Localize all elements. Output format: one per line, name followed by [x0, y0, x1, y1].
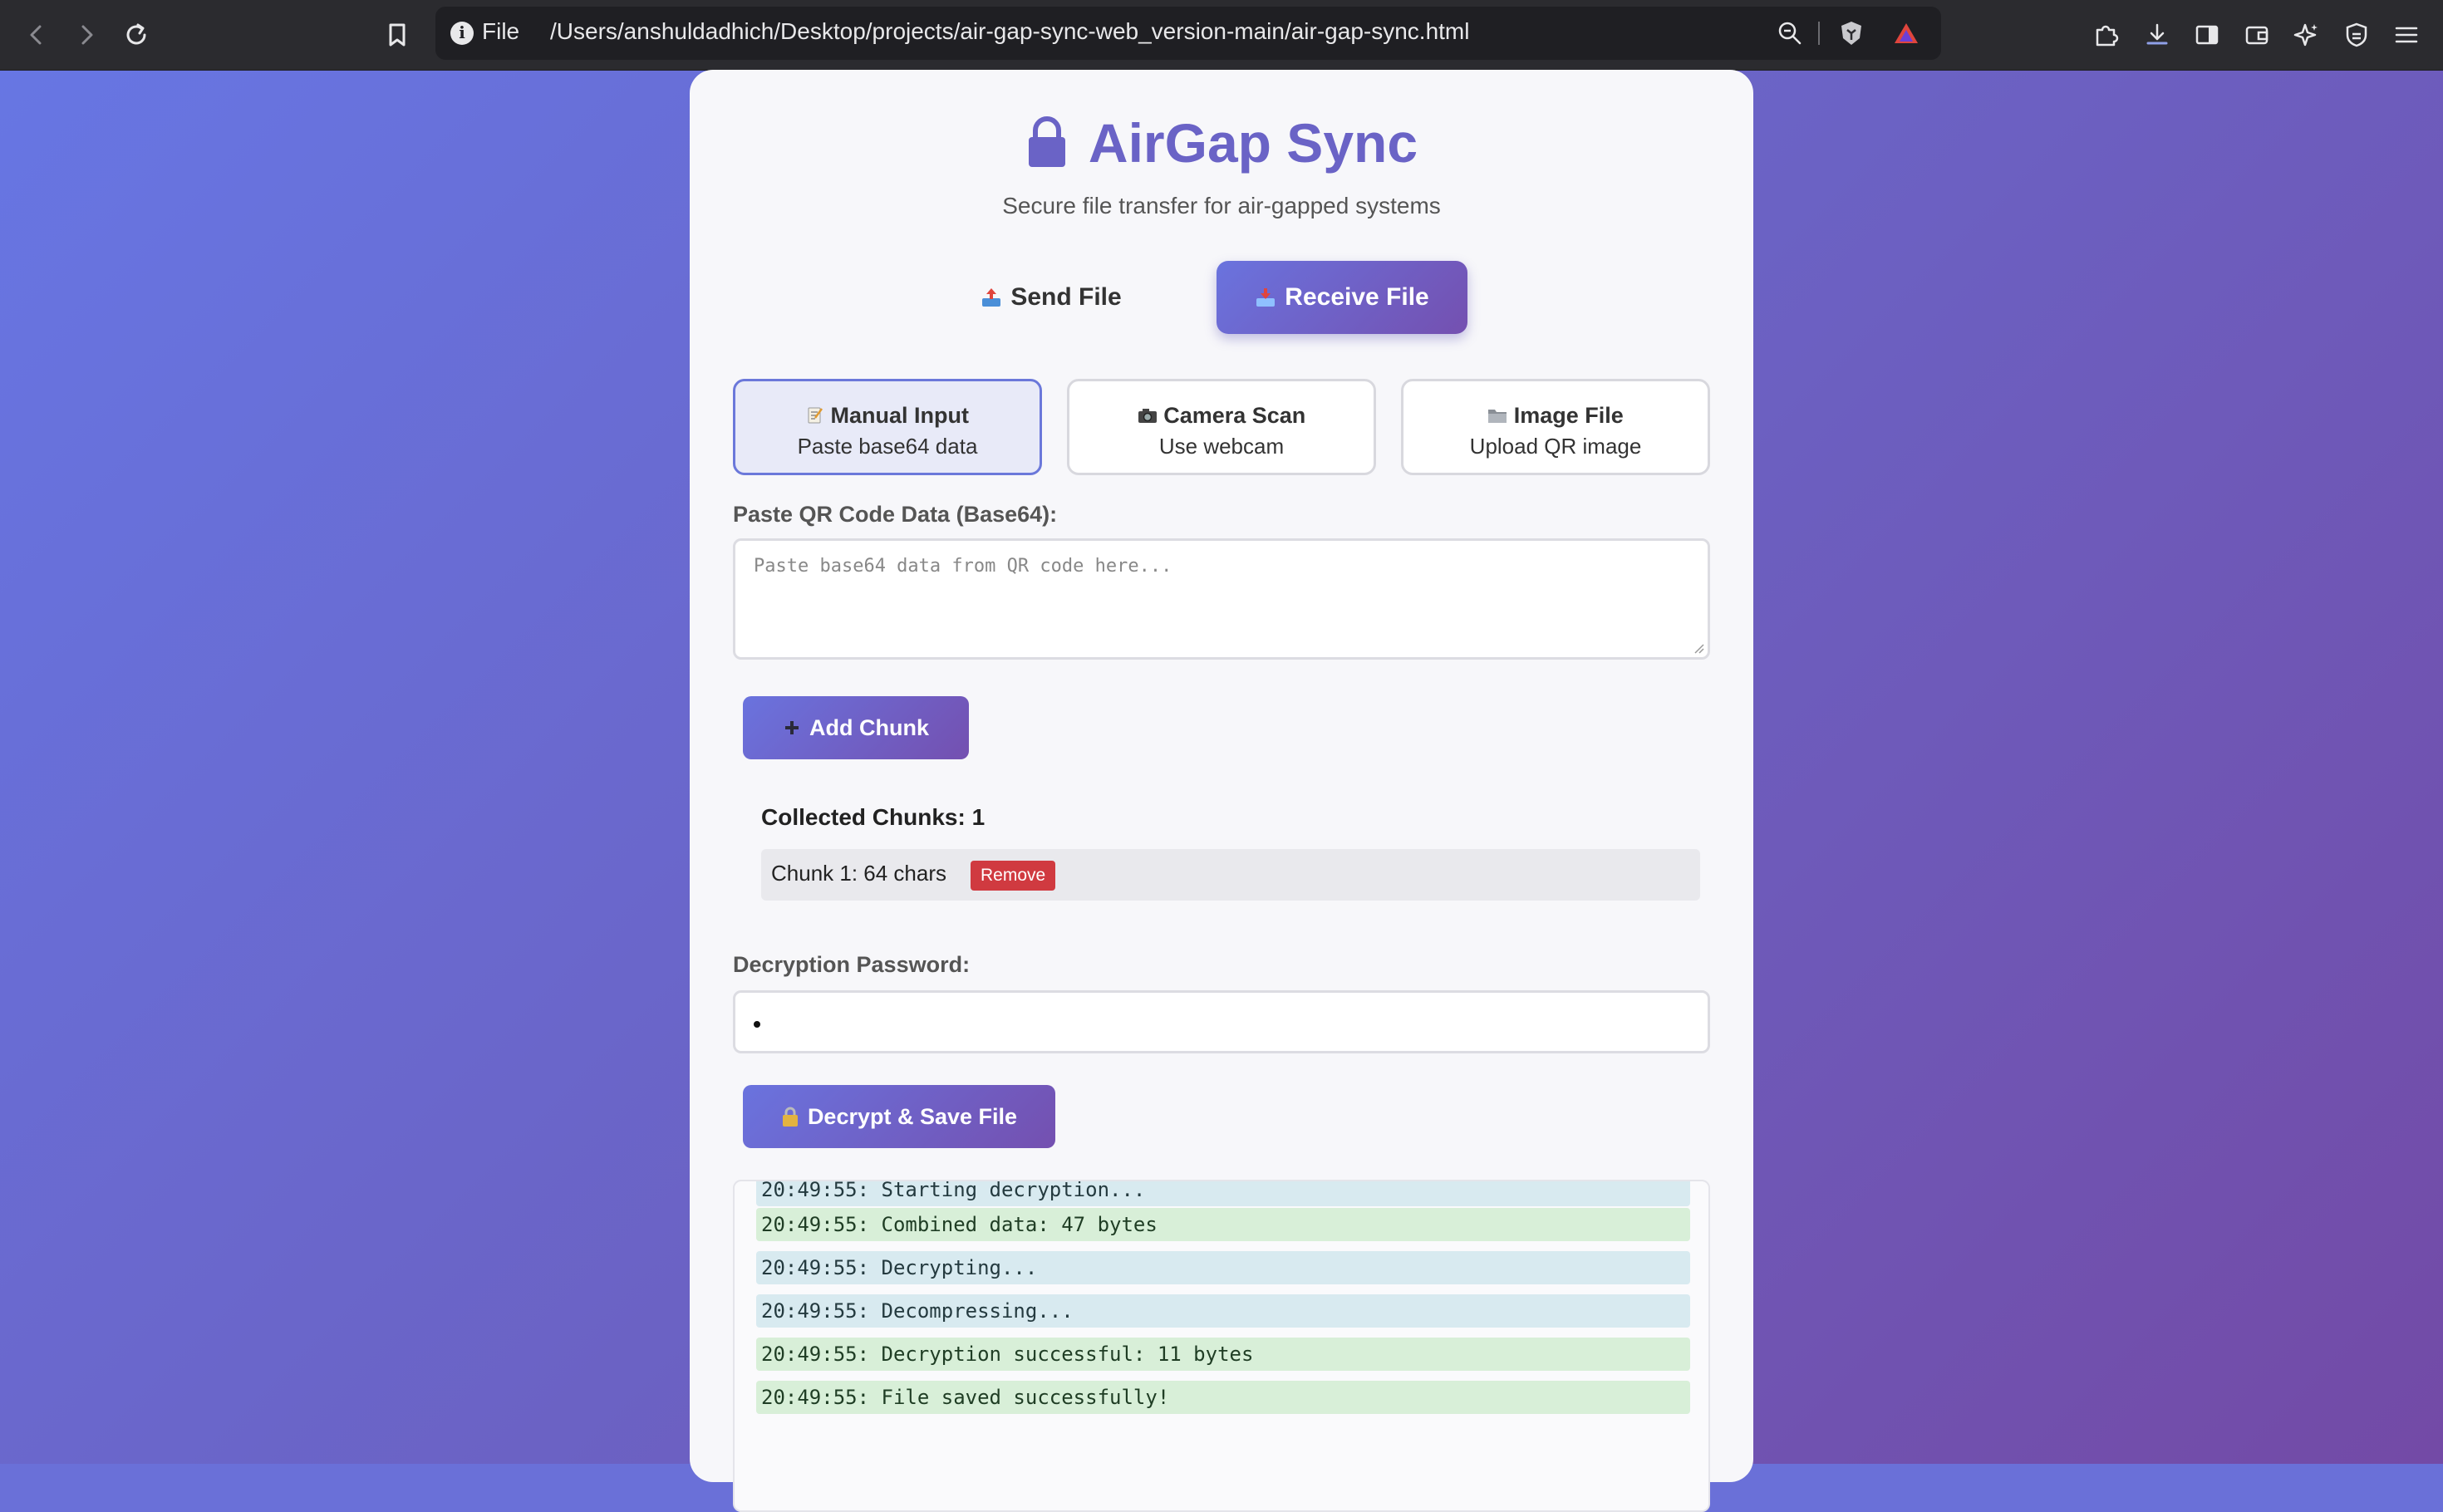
- decrypt-save-label: Decrypt & Save File: [807, 1103, 1018, 1129]
- zoom-icon[interactable]: [1775, 18, 1805, 48]
- method-image-label: Image File: [1513, 403, 1624, 428]
- method-image-subtitle: Upload QR image: [1469, 434, 1642, 459]
- method-camera-scan[interactable]: Camera Scan Use webcam: [1067, 379, 1376, 475]
- chunk-row: Chunk 1: 64 chars Remove: [761, 849, 1700, 901]
- extensions-icon[interactable]: [2089, 18, 2122, 52]
- url-text[interactable]: /Users/anshuldadhich/Desktop/projects/ai…: [550, 18, 1469, 45]
- brave-shields-icon[interactable]: [1836, 18, 1866, 48]
- memo-icon: [808, 407, 823, 424]
- method-manual-title: Manual Input: [735, 403, 1040, 429]
- log-entry: 20:49:55: Combined data: 47 bytes: [756, 1208, 1690, 1241]
- reload-icon[interactable]: [120, 18, 153, 52]
- app-card: AirGap Sync Secure file transfer for air…: [690, 70, 1753, 1512]
- vpn-shield-icon[interactable]: [2340, 18, 2373, 52]
- folder-icon: [1488, 410, 1507, 423]
- resize-handle-icon[interactable]: [1693, 642, 1704, 654]
- camera-icon: [1138, 409, 1157, 423]
- remove-chunk-button[interactable]: Remove: [971, 861, 1056, 891]
- log-entry: 20:49:55: File saved successfully!: [756, 1381, 1690, 1414]
- status-log[interactable]: 20:49:55: Starting decryption... 20:49:5…: [733, 1180, 1710, 1512]
- url-scheme: File: [482, 18, 520, 44]
- inbox-tray-icon: [1256, 288, 1276, 307]
- method-camera-subtitle: Use webcam: [1158, 434, 1285, 459]
- tab-send-file[interactable]: Send File: [981, 261, 1122, 334]
- tab-receive-file[interactable]: Receive File: [1217, 261, 1467, 334]
- method-manual-label: Manual Input: [830, 403, 969, 428]
- log-entry: 20:49:55: Decompressing...: [756, 1294, 1690, 1328]
- brave-rewards-icon[interactable]: [1891, 18, 1921, 48]
- method-image-title: Image File: [1403, 403, 1708, 429]
- tab-receive-label: Receive File: [1285, 283, 1429, 311]
- forward-icon[interactable]: [70, 18, 103, 52]
- qr-data-textarea[interactable]: Paste base64 data from QR code here...: [733, 538, 1710, 660]
- method-image-file[interactable]: Image File Upload QR image: [1401, 379, 1710, 475]
- lock-icon: [1028, 116, 1065, 167]
- sidebar-icon[interactable]: [2190, 18, 2224, 52]
- address-bar[interactable]: File /Users/anshuldadhich/Desktop/projec…: [435, 7, 1941, 60]
- log-entry: 20:49:55: Decryption successful: 11 byte…: [756, 1338, 1690, 1371]
- decrypt-save-button[interactable]: Decrypt & Save File: [743, 1085, 1055, 1148]
- method-manual-subtitle: Paste base64 data: [797, 434, 978, 459]
- app-title: AirGap Sync: [690, 111, 1753, 174]
- password-mask-dot: [754, 1021, 760, 1028]
- method-manual-input[interactable]: Manual Input Paste base64 data: [733, 379, 1042, 475]
- add-chunk-button[interactable]: Add Chunk: [743, 696, 969, 759]
- url-divider: [1818, 22, 1820, 45]
- password-field[interactable]: [733, 990, 1710, 1053]
- tab-send-label: Send File: [1010, 283, 1122, 311]
- bookmark-icon[interactable]: [381, 18, 414, 52]
- qr-data-label: Paste QR Code Data (Base64):: [733, 502, 1058, 527]
- back-icon[interactable]: [20, 18, 53, 52]
- log-entry: 20:49:55: Decrypting...: [756, 1251, 1690, 1284]
- log-entry: 20:49:55: Starting decryption...: [756, 1181, 1690, 1206]
- add-chunk-label: Add Chunk: [809, 714, 929, 740]
- collected-chunks-heading: Collected Chunks: 1: [761, 804, 986, 830]
- collected-chunks-panel: Collected Chunks: 1 Chunk 1: 64 chars Re…: [743, 801, 1700, 959]
- lock-icon: [782, 1107, 798, 1127]
- menu-icon[interactable]: [2390, 18, 2423, 52]
- app-subtitle: Secure file transfer for air-gapped syst…: [1002, 193, 1441, 218]
- plus-icon: [785, 721, 799, 734]
- downloads-icon[interactable]: [2141, 18, 2174, 52]
- password-label: Decryption Password:: [733, 952, 971, 977]
- wallet-icon[interactable]: [2240, 18, 2273, 52]
- method-camera-title: Camera Scan: [1069, 403, 1374, 429]
- method-camera-label: Camera Scan: [1163, 403, 1306, 428]
- info-icon[interactable]: [450, 22, 474, 45]
- browser-toolbar: File /Users/anshuldadhich/Desktop/projec…: [0, 0, 2443, 71]
- app-title-text: AirGap Sync: [1088, 112, 1418, 174]
- outbox-tray-icon: [982, 288, 1001, 307]
- qr-data-placeholder: Paste base64 data from QR code here...: [754, 556, 1172, 577]
- leo-ai-icon[interactable]: [2290, 18, 2323, 52]
- chunk-text: Chunk 1: 64 chars: [771, 861, 947, 886]
